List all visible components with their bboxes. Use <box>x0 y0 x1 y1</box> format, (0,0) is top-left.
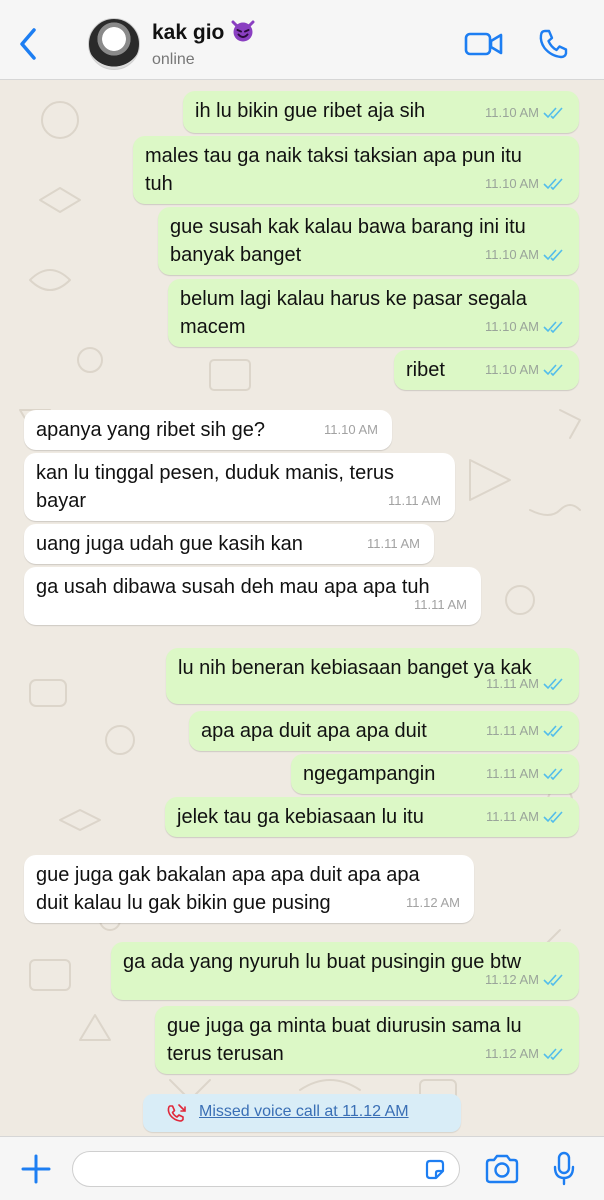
composer-bar <box>0 1136 604 1200</box>
read-ticks-icon <box>543 1048 563 1060</box>
message-bubble-outgoing[interactable]: belum lagi kalau harus ke pasar segala m… <box>168 279 579 347</box>
message-bubble-outgoing[interactable]: ribet 11.10 AM <box>394 350 579 390</box>
message-text: kan lu tinggal pesen, duduk manis, terus <box>36 462 394 484</box>
message-bubble-incoming[interactable]: gue juga gak bakalan apa apa duit apa ap… <box>24 855 474 923</box>
message-time: 11.12 AM <box>485 972 539 987</box>
read-ticks-icon <box>543 678 563 690</box>
message-time: 11.11 AM <box>486 723 539 738</box>
message-time: 11.10 AM <box>324 422 378 437</box>
plus-icon[interactable] <box>20 1153 52 1185</box>
message-meta: 11.11 AM <box>388 487 441 515</box>
message-time: 11.10 AM <box>485 362 539 377</box>
message-bubble-outgoing[interactable]: apa apa duit apa apa duit 11.11 AM <box>189 711 579 751</box>
microphone-icon[interactable] <box>552 1151 576 1187</box>
voice-call-icon[interactable] <box>538 28 568 60</box>
message-bubble-outgoing[interactable]: jelek tau ga kebiasaan lu itu 11.11 AM <box>165 797 579 837</box>
message-meta: 11.11 AM <box>486 760 565 788</box>
read-ticks-icon <box>543 768 563 780</box>
message-bubble-outgoing[interactable]: lu nih beneran kebiasaan banget ya kak 1… <box>166 648 579 704</box>
chat-header: kak gio online <box>0 0 604 80</box>
read-ticks-icon <box>543 321 563 333</box>
message-meta: 11.12 AM <box>406 889 460 917</box>
contact-name: kak gio <box>152 21 225 44</box>
read-ticks-icon <box>543 974 563 986</box>
message-input-box[interactable] <box>72 1151 460 1187</box>
message-bubble-incoming[interactable]: apanya yang ribet sih ge? 11.10 AM <box>24 410 392 450</box>
message-bubble-outgoing[interactable]: ga ada yang nyuruh lu buat pusingin gue … <box>111 942 579 1000</box>
message-meta: 11.10 AM <box>485 241 565 269</box>
read-ticks-icon <box>543 725 563 737</box>
message-bubble-outgoing[interactable]: gue juga ga minta buat diurusin sama lu … <box>155 1006 579 1074</box>
message-text: belum lagi kalau harus ke pasar segala <box>180 288 527 310</box>
message-text: gue juga ga minta buat diurusin sama lu <box>167 1015 522 1037</box>
message-bubble-incoming[interactable]: kan lu tinggal pesen, duduk manis, terus… <box>24 453 455 521</box>
message-time: 11.10 AM <box>485 247 539 262</box>
message-input[interactable] <box>87 1158 411 1182</box>
missed-call-icon <box>167 1104 186 1122</box>
message-text: gue susah kak kalau bawa barang ini itu <box>170 216 526 238</box>
video-call-icon[interactable] <box>464 30 504 58</box>
message-time: 11.11 AM <box>388 493 441 508</box>
message-text: gue juga gak bakalan apa apa duit apa ap… <box>36 864 420 886</box>
message-time: 11.11 AM <box>486 676 539 691</box>
message-meta: 11.12 AM <box>485 966 565 994</box>
missed-call-text[interactable]: Missed voice call at 11.12 AM <box>199 1103 409 1121</box>
message-bubble-outgoing[interactable]: males tau ga naik taksi taksian apa pun … <box>133 136 579 204</box>
message-time: 11.11 AM <box>414 597 467 612</box>
message-time: 11.11 AM <box>486 809 539 824</box>
message-bubble-outgoing[interactable]: gue susah kak kalau bawa barang ini itu … <box>158 207 579 275</box>
message-time: 11.12 AM <box>406 895 460 910</box>
message-text: males tau ga naik taksi taksian apa pun … <box>145 145 522 167</box>
read-ticks-icon <box>543 811 563 823</box>
message-bubble-incoming[interactable]: uang juga udah gue kasih kan 11.11 AM <box>24 524 434 564</box>
message-time: 11.10 AM <box>485 319 539 334</box>
back-chevron-icon[interactable] <box>14 26 44 62</box>
message-meta: 11.10 AM <box>485 313 565 341</box>
read-ticks-icon <box>543 364 563 376</box>
message-bubble-outgoing[interactable]: ngegampangin 11.11 AM <box>291 754 579 794</box>
message-time: 11.10 AM <box>485 105 539 120</box>
camera-icon[interactable] <box>484 1154 520 1184</box>
message-meta: 11.11 AM <box>414 591 467 619</box>
message-bubble-outgoing[interactable]: ih lu bikin gue ribet aja sih 11.10 AM <box>183 91 579 133</box>
read-ticks-icon <box>543 178 563 190</box>
message-meta: 11.11 AM <box>367 530 420 558</box>
message-meta: 11.11 AM <box>486 670 565 698</box>
message-meta: 11.10 AM <box>324 416 378 444</box>
message-meta: 11.11 AM <box>486 717 565 745</box>
message-time: 11.11 AM <box>367 536 420 551</box>
message-meta: 11.11 AM <box>486 803 565 831</box>
sticker-icon[interactable] <box>423 1158 447 1182</box>
contact-status: online <box>152 51 195 68</box>
message-meta: 11.10 AM <box>485 170 565 198</box>
message-meta: 11.12 AM <box>485 1040 565 1068</box>
message-time: 11.12 AM <box>485 1046 539 1061</box>
read-ticks-icon <box>543 249 563 261</box>
contact-name-row[interactable]: kak gio <box>152 20 256 45</box>
read-ticks-icon <box>543 107 563 119</box>
missed-call-notice[interactable]: Missed voice call at 11.12 AM <box>143 1094 461 1132</box>
message-meta: 11.10 AM <box>485 356 565 384</box>
chat-area[interactable]: ih lu bikin gue ribet aja sih 11.10 AM m… <box>0 80 604 1136</box>
smiling-imp-emoji-icon <box>231 20 255 42</box>
message-time: 11.10 AM <box>485 176 539 191</box>
avatar[interactable] <box>88 18 140 70</box>
message-bubble-incoming[interactable]: ga usah dibawa susah deh mau apa apa tuh… <box>24 567 481 625</box>
message-time: 11.11 AM <box>486 766 539 781</box>
message-meta: 11.10 AM <box>485 99 565 127</box>
